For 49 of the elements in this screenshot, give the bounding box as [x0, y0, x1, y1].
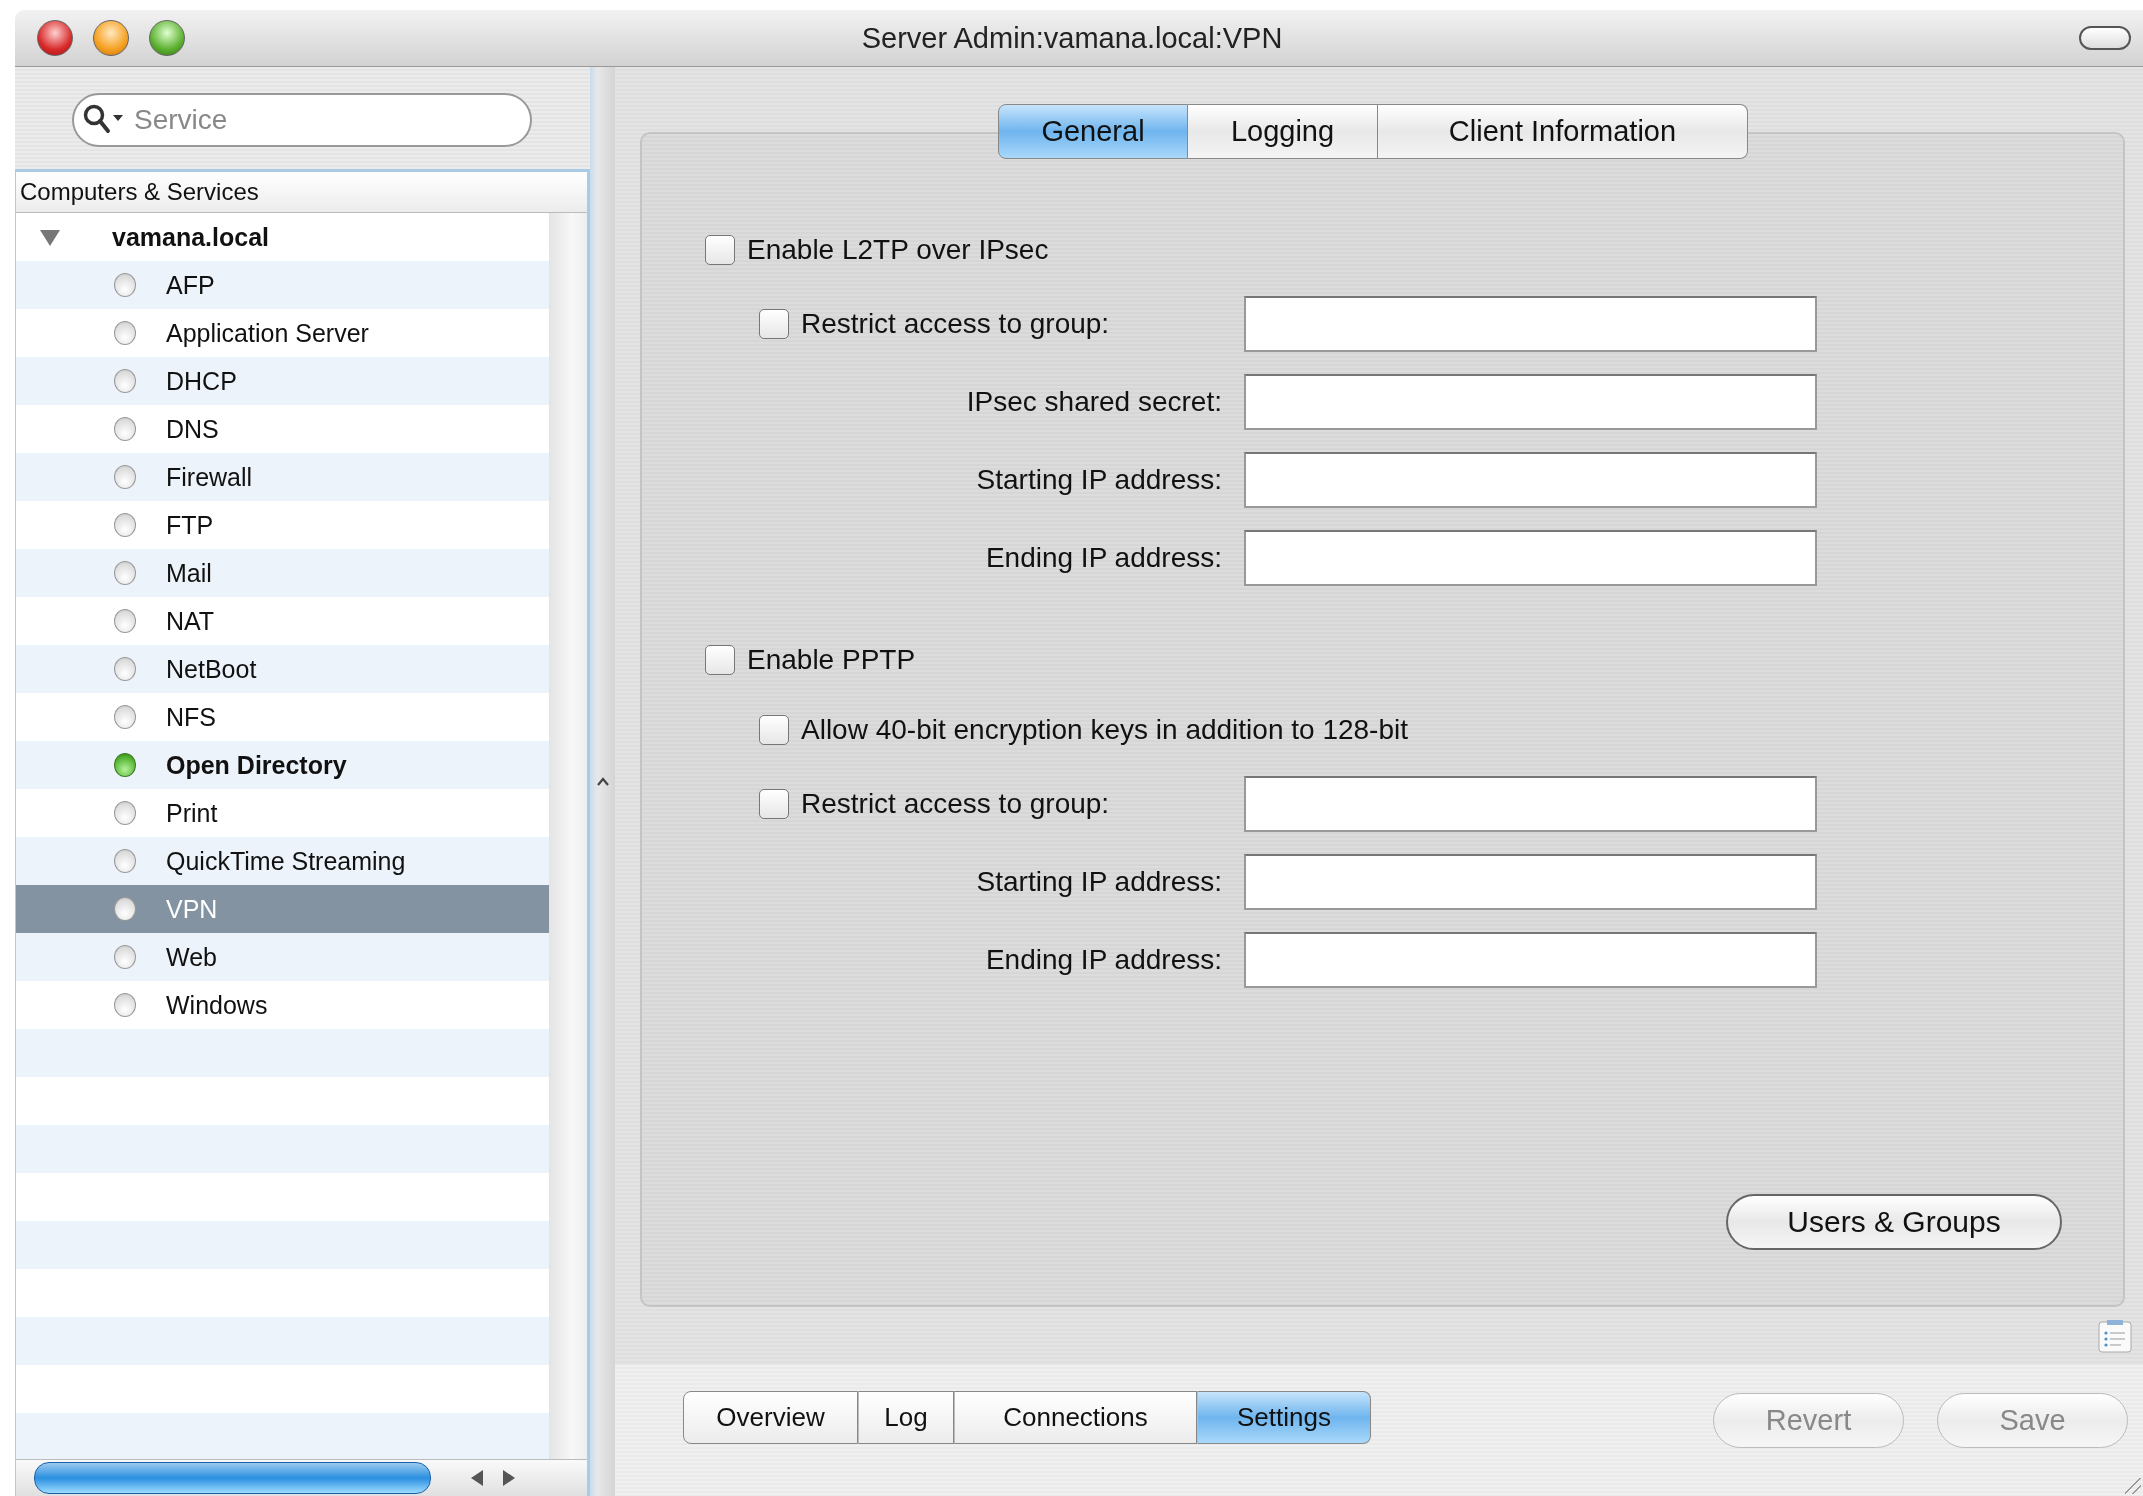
checkbox[interactable] [705, 235, 735, 265]
tab[interactable]: Logging [1188, 104, 1378, 159]
users-groups-button[interactable]: Users & Groups [1726, 1194, 2062, 1250]
input-field[interactable] [1244, 932, 1817, 988]
field-label: IPsec shared secret: [966, 386, 1222, 418]
window-title: Server Admin:vamana.local:VPN [860, 21, 1284, 55]
toolbar-toggle-button[interactable] [2079, 26, 2131, 50]
checkbox-label: Enable L2TP over IPsec [747, 234, 1049, 266]
field-label: Ending IP address: [985, 542, 1222, 574]
service-item[interactable]: AFP [16, 261, 549, 309]
input-field[interactable] [1244, 452, 1817, 508]
disclosure-triangle-icon [38, 227, 62, 247]
service-item[interactable]: Mail [16, 549, 549, 597]
input-field[interactable] [1244, 374, 1817, 430]
checkbox[interactable] [759, 789, 789, 819]
checkbox-label: Restrict access to group: [801, 308, 1110, 340]
service-item[interactable]: NetBoot [16, 645, 549, 693]
input-field[interactable] [1244, 530, 1817, 586]
close-button[interactable] [37, 20, 73, 56]
field-label: Starting IP address: [976, 464, 1222, 496]
field-label: Ending IP address: [985, 944, 1222, 976]
caret-icon [595, 776, 610, 787]
checkbox[interactable] [759, 309, 789, 339]
input-field[interactable] [1244, 776, 1817, 832]
view-tab[interactable]: Settings [1197, 1391, 1371, 1444]
tab[interactable]: General [998, 104, 1188, 159]
view-tab[interactable]: Connections [954, 1391, 1197, 1444]
field-label: Starting IP address: [976, 866, 1222, 898]
view-tab[interactable]: Overview [683, 1391, 858, 1444]
checkbox[interactable] [705, 645, 735, 675]
scroll-thumb[interactable] [34, 1462, 431, 1494]
zoom-button[interactable] [149, 20, 185, 56]
service-item[interactable]: Firewall [16, 453, 549, 501]
checkbox-label: Restrict access to group: [801, 788, 1110, 820]
list-icon [2097, 1318, 2133, 1354]
checkbox-label: Enable PPTP [747, 644, 916, 676]
view-tab[interactable]: Log [858, 1391, 954, 1444]
service-item[interactable]: Open Directory [16, 741, 549, 789]
input-field[interactable] [1244, 854, 1817, 910]
search-field[interactable]: Service [72, 93, 532, 147]
checkbox[interactable] [759, 715, 789, 745]
service-item[interactable]: QuickTime Streaming [16, 837, 549, 885]
tab[interactable]: Client Information [1378, 104, 1748, 159]
service-item[interactable]: Web [16, 933, 549, 981]
input-field[interactable] [1244, 296, 1817, 352]
service-item[interactable]: DHCP [16, 357, 549, 405]
resize-grip-icon[interactable] [2125, 1478, 2141, 1494]
minimize-button[interactable] [93, 20, 129, 56]
checkbox-label: Allow 40-bit encryption keys in addition to 128-bit [801, 714, 1408, 746]
